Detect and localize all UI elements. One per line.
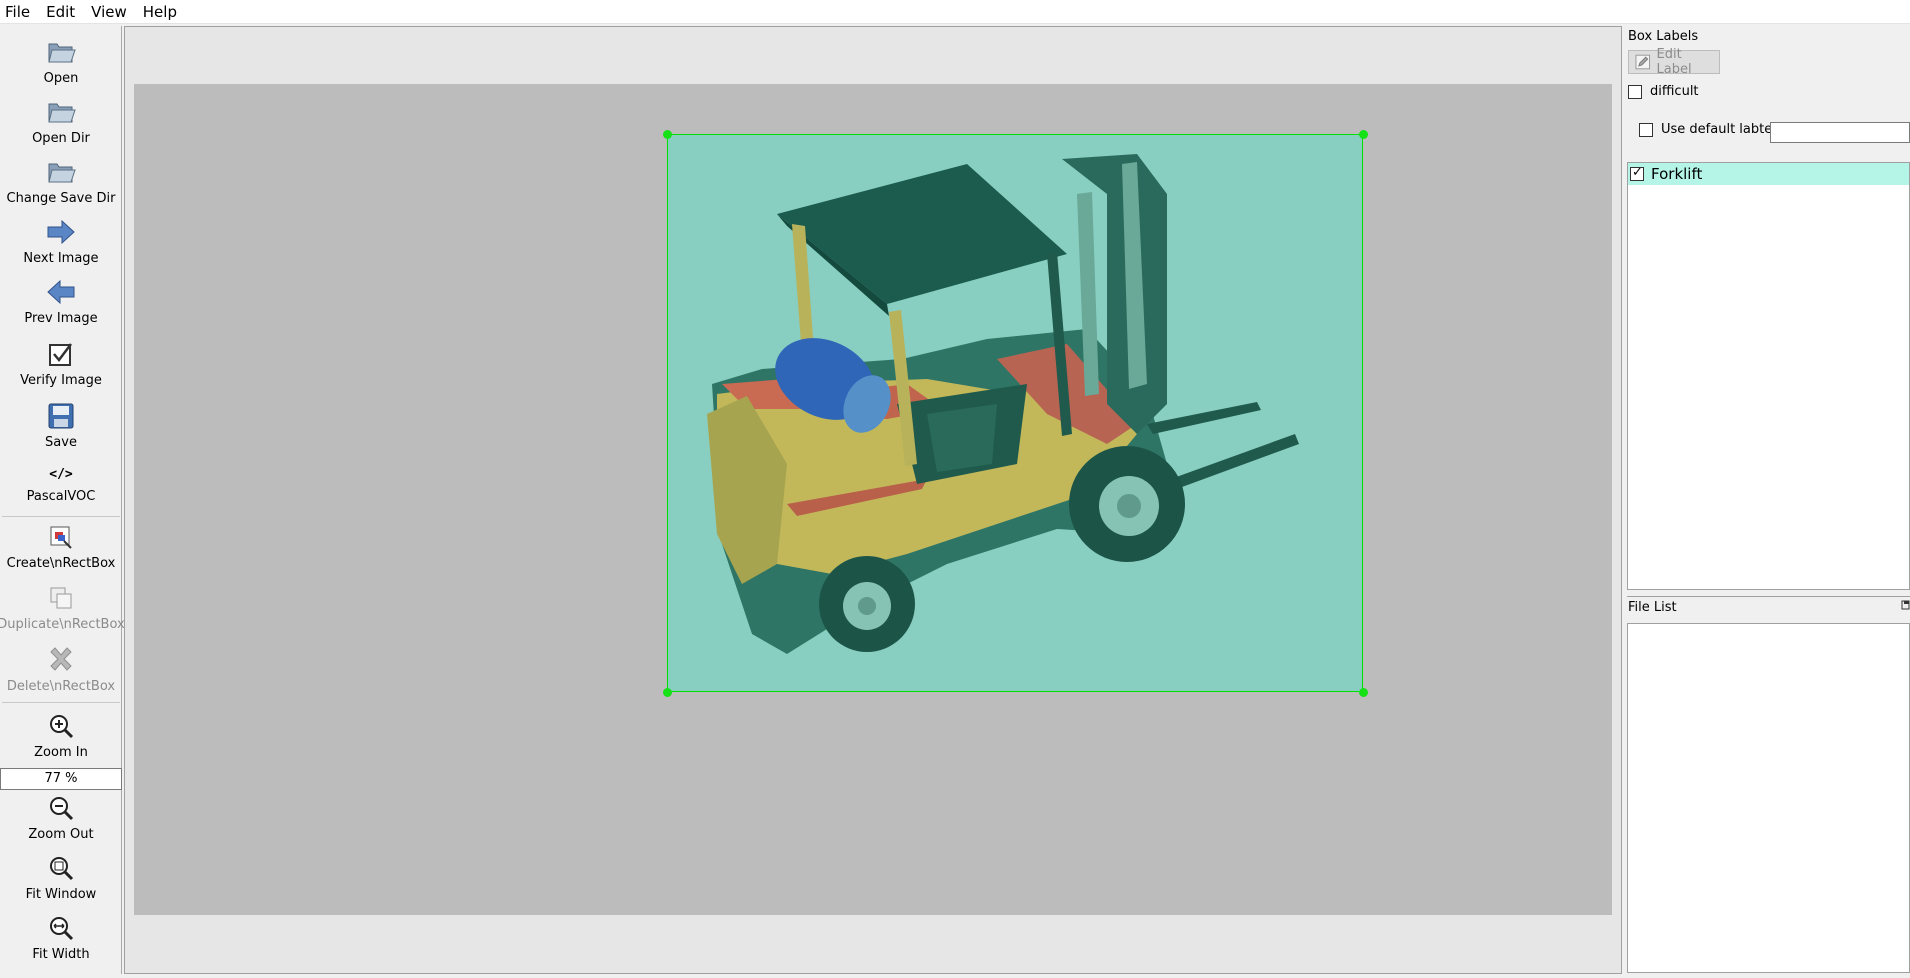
fit-window-icon [45, 852, 77, 884]
floppy-disk-icon [45, 400, 77, 432]
zoom-in-icon [45, 710, 77, 742]
open-label: Open [43, 71, 79, 86]
bounding-box-forklift[interactable] [667, 134, 1363, 692]
arrow-right-icon [45, 216, 77, 248]
create-rectbox-label: Create\nRectBox [6, 556, 116, 571]
difficult-label: difficult [1650, 84, 1699, 99]
default-label-input[interactable] [1770, 122, 1910, 143]
zoom-out-label: Zoom Out [28, 827, 94, 842]
fit-window-label: Fit Window [25, 887, 97, 902]
bbox-handle-top-right[interactable] [1359, 130, 1368, 139]
use-default-label-row[interactable]: Use default labtel [1639, 122, 1776, 137]
difficult-checkbox[interactable] [1628, 84, 1642, 99]
bbox-handle-bottom-left[interactable] [663, 688, 672, 697]
zoom-out-button[interactable]: Zoom Out [0, 792, 122, 842]
save-button[interactable]: Save [0, 400, 122, 450]
duplicate-rectbox-label: Duplicate\nRectBox [0, 617, 125, 632]
delete-rectbox-label: Delete\nRectBox [6, 679, 116, 694]
next-image-button[interactable]: Next Image [0, 216, 122, 266]
file-list-title: File List [1628, 600, 1677, 615]
canvas-scroll-area [124, 26, 1622, 974]
float-dock-icon[interactable] [1901, 600, 1910, 613]
bbox-handle-top-left[interactable] [663, 130, 672, 139]
open-dir-label: Open Dir [32, 131, 90, 146]
change-save-dir-button[interactable]: Change Save Dir [0, 156, 122, 206]
create-box-icon [45, 521, 77, 553]
format-button[interactable]: </> PascalVOC [0, 462, 122, 505]
edit-label-text: Edit Label [1656, 47, 1692, 77]
prev-image-button[interactable]: Prev Image [0, 276, 122, 326]
delete-icon [45, 644, 77, 676]
arrow-left-icon [45, 276, 77, 308]
folder-icon [45, 96, 77, 128]
list-item[interactable]: Forklift [1628, 163, 1909, 185]
edit-label-button[interactable]: Edit Label [1628, 47, 1720, 77]
fit-width-button[interactable]: Fit Width [0, 912, 122, 962]
toolbar: Open Open Dir Change Save Dir Next Image… [0, 26, 125, 974]
open-button[interactable]: Open [0, 36, 122, 86]
change-save-dir-label: Change Save Dir [6, 191, 116, 206]
menu-edit[interactable]: Edit [38, 0, 83, 24]
box-labels-title: Box Labels [1628, 29, 1699, 44]
folder-icon [45, 156, 77, 188]
verify-image-label: Verify Image [20, 373, 102, 388]
menubar: File Edit View Help [0, 0, 1910, 24]
right-dock: Box Labels Edit Label difficult Use defa… [1624, 26, 1910, 974]
label-item-text: Forklift [1651, 165, 1703, 183]
use-default-label-text: Use default labtel [1661, 122, 1776, 137]
code-icon: </> [49, 466, 73, 482]
create-rectbox-button[interactable]: Create\nRectBox [0, 521, 122, 571]
zoom-in-label: Zoom In [34, 745, 88, 760]
menu-view[interactable]: View [83, 0, 135, 24]
toolbar-divider [2, 702, 120, 703]
fit-window-button[interactable]: Fit Window [0, 852, 122, 902]
label-visible-checkbox[interactable] [1630, 165, 1644, 181]
file-list[interactable] [1627, 623, 1910, 973]
fit-width-label: Fit Width [32, 947, 90, 962]
prev-image-label: Prev Image [24, 311, 98, 326]
folder-icon [45, 36, 77, 68]
open-dir-button[interactable]: Open Dir [0, 96, 122, 146]
checkbox-icon [45, 338, 77, 370]
duplicate-rectbox-button[interactable]: Duplicate\nRectBox [0, 582, 125, 632]
zoom-level-field[interactable]: 77 % [0, 768, 122, 790]
menu-file[interactable]: File [0, 0, 38, 24]
fit-width-icon [45, 912, 77, 944]
dock-divider [1627, 596, 1910, 597]
pencil-icon [1635, 54, 1651, 70]
zoom-in-button[interactable]: Zoom In [0, 710, 122, 760]
save-label: Save [45, 435, 77, 450]
format-label: PascalVOC [26, 489, 96, 504]
next-image-label: Next Image [23, 251, 99, 266]
duplicate-icon [45, 582, 77, 614]
difficult-checkbox-row[interactable]: difficult [1628, 84, 1699, 99]
menu-help[interactable]: Help [135, 0, 185, 24]
verify-image-button[interactable]: Verify Image [0, 338, 122, 388]
delete-rectbox-button[interactable]: Delete\nRectBox [0, 644, 122, 694]
bbox-handle-bottom-right[interactable] [1359, 688, 1368, 697]
toolbar-divider [2, 516, 120, 517]
label-list[interactable]: Forklift [1627, 162, 1910, 590]
use-default-label-checkbox[interactable] [1639, 122, 1653, 137]
zoom-out-icon [45, 792, 77, 824]
